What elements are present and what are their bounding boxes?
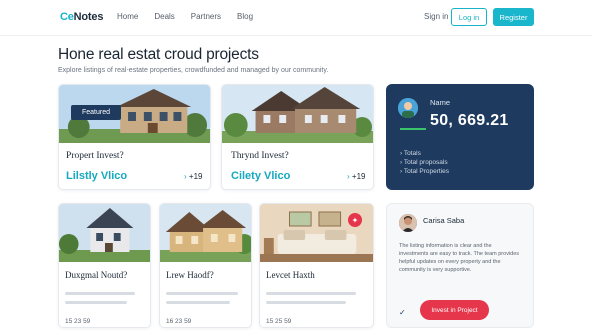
count-value: +19 bbox=[351, 172, 366, 181]
chevron-right-icon: › bbox=[400, 159, 403, 166]
nav-links: Home Deals Partners Blog bbox=[117, 12, 253, 21]
review-panel: Carisa Saba The listing information is c… bbox=[386, 203, 534, 328]
page-title: Hone real estat croud projects bbox=[58, 46, 259, 63]
investor-line-label: Total proposals bbox=[403, 159, 448, 166]
project-image bbox=[59, 204, 150, 262]
check-icon: ✓ bbox=[399, 308, 406, 317]
favorite-icon[interactable]: ✦ bbox=[348, 213, 362, 227]
text-line bbox=[266, 292, 356, 295]
investor-line[interactable]: › Totals bbox=[400, 150, 421, 157]
project-image bbox=[222, 85, 373, 143]
avatar bbox=[398, 98, 418, 118]
investor-line-label: Total Properties bbox=[403, 168, 450, 175]
featured-badge: Featured bbox=[71, 105, 121, 120]
chevron-right-icon: › bbox=[400, 150, 403, 157]
project-card[interactable]: Duxgmal Noutd? 15 23 59 bbox=[58, 203, 151, 328]
investor-line[interactable]: › Total proposals bbox=[400, 159, 448, 166]
logo-prefix: Ce bbox=[60, 11, 74, 23]
project-title: Lrew Haodf? bbox=[166, 270, 214, 280]
invest-button[interactable]: Invest in Project bbox=[420, 300, 489, 320]
project-count[interactable]: › +19 bbox=[347, 172, 365, 181]
text-line bbox=[266, 301, 346, 304]
investor-line-label: Totals bbox=[403, 150, 421, 157]
nav-link-blog[interactable]: Blog bbox=[237, 12, 253, 21]
page-subtitle: Explore listings of real-estate properti… bbox=[58, 67, 329, 74]
project-stat: Lilstly Vlico bbox=[66, 170, 128, 182]
logo[interactable]: CeNotes bbox=[60, 11, 103, 23]
investor-panel: Name 50, 669.21 › Totals › Total proposa… bbox=[386, 84, 534, 190]
investor-name: Name bbox=[430, 98, 451, 107]
project-stat: Cilety Vlico bbox=[231, 170, 291, 182]
project-title: Levcet Haxth bbox=[266, 270, 315, 280]
avatar bbox=[399, 214, 417, 232]
project-card[interactable]: Lrew Haodf? 16 23 59 bbox=[159, 203, 252, 328]
text-line bbox=[65, 301, 127, 304]
text-line bbox=[65, 292, 135, 295]
investor-amount: 50, 669.21 bbox=[430, 112, 509, 129]
project-title: Duxgmal Noutd? bbox=[65, 270, 128, 280]
nav-link-home[interactable]: Home bbox=[117, 12, 138, 21]
logo-text: Notes bbox=[73, 11, 104, 23]
nav-link-deals[interactable]: Deals bbox=[154, 12, 174, 21]
top-navbar: CeNotes Home Deals Partners Blog Sign in… bbox=[0, 0, 592, 36]
register-button[interactable]: Register bbox=[493, 8, 534, 26]
project-meta: 15 23 59 bbox=[65, 318, 91, 325]
text-line bbox=[166, 292, 238, 295]
project-card[interactable]: Thrynd Invest? Cilety Vlico › +19 bbox=[221, 84, 374, 190]
project-card[interactable]: ✦ Levcet Haxth 15 25 59 bbox=[259, 203, 374, 328]
project-count[interactable]: › +19 bbox=[184, 172, 202, 181]
nav-link-partners[interactable]: Partners bbox=[191, 12, 221, 21]
project-image bbox=[160, 204, 251, 262]
project-title: Thrynd Invest? bbox=[231, 151, 289, 161]
progress-indicator bbox=[400, 128, 426, 130]
investor-line[interactable]: › Total Properties bbox=[400, 168, 449, 175]
login-button[interactable]: Log in bbox=[451, 8, 487, 26]
text-line bbox=[166, 301, 230, 304]
project-title: Propert Invest? bbox=[66, 151, 124, 161]
chevron-right-icon: › bbox=[347, 172, 350, 181]
count-value: +19 bbox=[188, 172, 203, 181]
chevron-right-icon: › bbox=[400, 168, 403, 175]
review-text: The listing information is clear and the… bbox=[399, 243, 520, 273]
reviewer-name: Carisa Saba bbox=[423, 216, 465, 225]
chevron-right-icon: › bbox=[184, 172, 187, 181]
project-meta: 15 25 59 bbox=[266, 318, 292, 325]
sign-in-link[interactable]: Sign in bbox=[424, 12, 448, 21]
project-meta: 16 23 59 bbox=[166, 318, 192, 325]
project-card[interactable]: Featured Propert Invest? Lilstly Vlico ›… bbox=[58, 84, 211, 190]
